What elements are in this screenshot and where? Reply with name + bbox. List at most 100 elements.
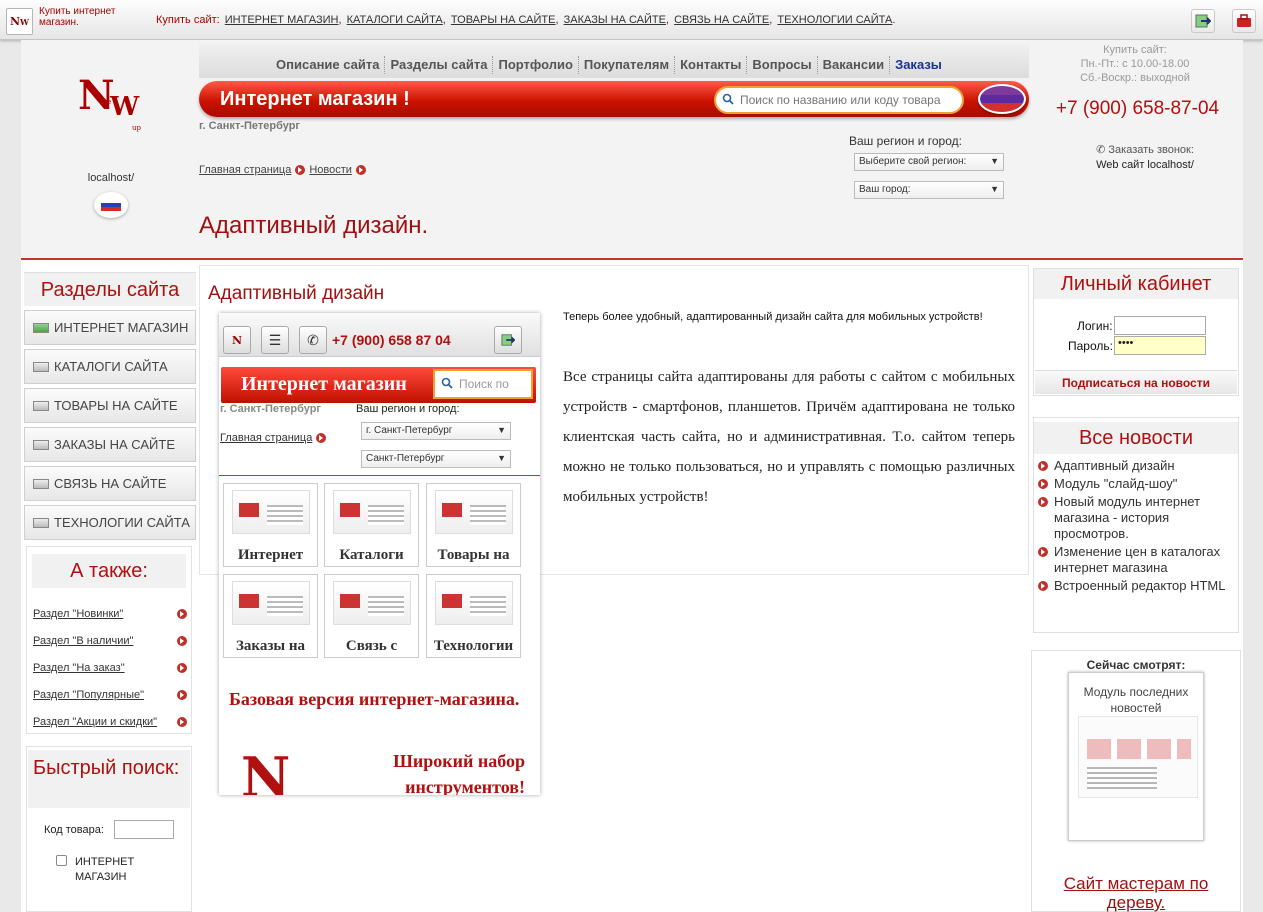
arrow-right-icon — [177, 689, 187, 700]
nav-portfolio[interactable]: Портфолио — [492, 56, 577, 74]
article-title: Адаптивный дизайн — [208, 283, 385, 304]
nav-questions[interactable]: Вопросы — [746, 56, 816, 74]
nav-contacts[interactable]: Контакты — [674, 56, 746, 74]
site-logo-icon[interactable]: NW — [6, 8, 33, 35]
mobile-city: г. Санкт-Петербург — [220, 403, 322, 415]
phone-number[interactable]: +7 (900) 658-87-04 — [1045, 98, 1230, 120]
russia-flag-icon[interactable] — [94, 192, 128, 218]
news-item[interactable]: Новый модуль интернет магазина - история… — [1038, 494, 1233, 542]
language-toggle[interactable] — [978, 84, 1026, 114]
section-catalogs[interactable]: КАТАЛОГИ САЙТА — [24, 349, 196, 384]
arrow-right-icon — [1038, 497, 1048, 507]
tile: Интернет — [223, 483, 318, 567]
code-input[interactable] — [114, 820, 174, 839]
callback-block: ✆ Заказать звонок: Web сайт localhost/ — [1060, 143, 1230, 173]
goods-icon — [33, 400, 49, 411]
watching-item-title[interactable]: Модуль последних новостей — [1072, 684, 1200, 716]
news-item[interactable]: Адаптивный дизайн — [1038, 458, 1233, 474]
arrow-right-icon — [355, 165, 366, 176]
mobile-city-select: Санкт-Петербург — [361, 450, 511, 468]
briefcase-icon[interactable] — [1232, 9, 1256, 33]
tech-icon — [33, 517, 49, 528]
news-title: Все новости — [1034, 422, 1238, 454]
code-label: Код товара: — [44, 824, 104, 836]
topbar-link-goods[interactable]: ТОВАРЫ НА САЙТЕ — [451, 14, 556, 26]
orders-icon — [33, 439, 49, 450]
nav-orders[interactable]: Заказы — [889, 56, 947, 74]
exit-icon[interactable] — [1191, 9, 1215, 33]
news-item[interactable]: Модуль "слайд-шоу" — [1038, 476, 1233, 492]
tile: Товары на — [426, 483, 521, 567]
section-orders[interactable]: ЗАКАЗЫ НА САЙТЕ — [24, 427, 196, 462]
also-item: Раздел "Новинки" — [33, 600, 191, 627]
section-shop[interactable]: ИНТЕРНЕТ МАГАЗИН — [24, 310, 196, 345]
section-tech[interactable]: ТЕХНОЛОГИИ САЙТА — [24, 505, 196, 540]
tile: Технологии — [426, 574, 521, 658]
nav-vacancies[interactable]: Вакансии — [816, 56, 889, 74]
sections-menu: ИНТЕРНЕТ МАГАЗИН КАТАЛОГИ САЙТА ТОВАРЫ Н… — [24, 310, 196, 544]
buy-info: Купить сайт: Пн.-Пт.: с 10.00-18.00 Сб.-… — [1080, 44, 1190, 84]
menu-icon: ☰ — [261, 326, 289, 354]
section-goods[interactable]: ТОВАРЫ НА САЙТЕ — [24, 388, 196, 423]
topbar-link-shop[interactable]: ИНТЕРНЕТ МАГАЗИН — [225, 14, 339, 26]
mobile-breadcrumb: Главная страница — [220, 432, 330, 444]
mobile-phone: +7 (900) 658 87 04 — [332, 332, 451, 348]
mobile-headline: Базовая версия интернет-магазина. — [229, 689, 520, 709]
section-contact[interactable]: СВЯЗЬ НА САЙТЕ — [24, 466, 196, 501]
arrow-right-icon — [1038, 479, 1048, 489]
topbar-link-tech[interactable]: ТЕХНОЛОГИИ САЙТА — [777, 14, 892, 26]
mobile-logo-letter: N — [241, 745, 291, 795]
exit-icon — [494, 326, 522, 354]
breadcrumb-news[interactable]: Новости — [309, 164, 352, 176]
phone-icon: ✆ — [1096, 144, 1106, 156]
login-input[interactable] — [1114, 316, 1206, 335]
arrow-right-icon — [177, 635, 187, 646]
arrow-right-icon — [1038, 547, 1048, 557]
password-input[interactable]: •••• — [1114, 336, 1206, 355]
news-item[interactable]: Изменение цен в каталогах интернет магаз… — [1038, 544, 1233, 576]
region-select[interactable]: Выберите свой регион: — [854, 153, 1004, 171]
main-nav: Описание сайта Разделы сайта Портфолио П… — [199, 44, 1029, 78]
catalog-icon — [33, 361, 49, 372]
nav-description[interactable]: Описание сайта — [271, 56, 384, 74]
topbar-link-orders[interactable]: ЗАКАЗЫ НА САЙТЕ — [564, 14, 666, 26]
mobile-region-select: г. Санкт-Петербург — [361, 422, 511, 440]
breadcrumb: Главная страница Новости — [199, 164, 370, 176]
logo[interactable]: Nite Wup — [78, 72, 146, 152]
masters-link[interactable]: Сайт мастерам по дереву. — [1044, 874, 1228, 912]
page-title: Адаптивный дизайн. — [199, 212, 429, 239]
watching-thumbnail[interactable] — [1078, 716, 1198, 798]
contact-icon — [33, 478, 49, 489]
topbar-link-catalogs[interactable]: КАТАЛОГИ САЙТА — [347, 14, 443, 26]
also-list: Раздел "Новинки" Раздел "В наличии" Разд… — [33, 600, 191, 735]
news-item[interactable]: Встроенный редактор HTML — [1038, 578, 1233, 594]
arrow-right-icon — [177, 716, 187, 727]
shop-checkbox-label: ИНТЕРНЕТ МАГАЗИН — [75, 856, 135, 883]
divider — [219, 475, 540, 476]
topbar-link-contact[interactable]: СВЯЗЬ НА САЙТЕ — [674, 14, 769, 26]
city-select[interactable]: Ваш город: — [854, 181, 1004, 199]
nav-sections[interactable]: Разделы сайта — [384, 56, 492, 74]
search-input[interactable] — [714, 86, 964, 114]
breadcrumb-home[interactable]: Главная страница — [199, 164, 291, 176]
fast-search-title: Быстрый поиск: — [28, 750, 190, 808]
mobile-subheadline: Широкий набор инструментов! — [393, 751, 525, 795]
also-title: А также: — [32, 554, 186, 588]
sections-title: Разделы сайта — [24, 272, 196, 306]
watching-title: Сейчас смотрят: — [1086, 658, 1186, 672]
arrow-right-icon — [295, 165, 306, 176]
callback-link[interactable]: Заказать звонок: — [1108, 144, 1194, 156]
also-item: Раздел "В наличии" — [33, 627, 191, 654]
search-icon — [441, 377, 453, 389]
password-label: Пароль: — [1068, 339, 1113, 353]
web-site-label: Web сайт localhost/ — [1096, 159, 1194, 171]
mobile-logo-icon: N — [223, 326, 251, 354]
nav-customers[interactable]: Покупателям — [577, 56, 674, 74]
topbar-title[interactable]: Купить интернет магазин. — [39, 6, 139, 28]
shop-banner-title: Интернет магазин ! — [220, 88, 410, 110]
subscribe-button[interactable]: Подписаться на новости — [1035, 370, 1237, 394]
shop-checkbox[interactable] — [56, 855, 67, 866]
region-label: Ваш регион и город: — [849, 134, 962, 148]
mobile-region-label: Ваш регион и город: — [356, 403, 460, 415]
arrow-right-icon — [177, 608, 187, 619]
